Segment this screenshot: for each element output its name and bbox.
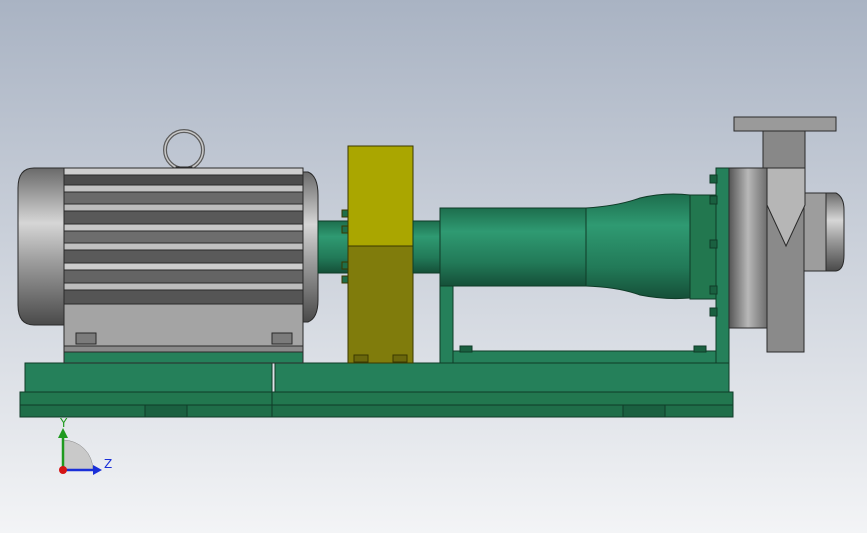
discharge-flange[interactable]	[733, 116, 837, 132]
motor-cooling-fins	[63, 167, 304, 305]
bearing-housing[interactable]	[439, 207, 587, 287]
x-axis-origin	[59, 466, 67, 474]
z-axis-label: Z	[104, 457, 112, 471]
motor-end-cap[interactable]	[17, 167, 65, 326]
model-view[interactable]: Y Z	[0, 0, 867, 533]
coupling-guard[interactable]	[341, 145, 414, 364]
volute-body[interactable]	[728, 167, 768, 329]
guard-bolt	[341, 275, 349, 284]
baseplate-foot-right[interactable]	[622, 404, 666, 418]
coupling-guard-lower[interactable]	[347, 245, 414, 364]
support-bolt	[693, 345, 707, 353]
y-axis-label: Y	[59, 416, 68, 430]
motor-drive-end-cap[interactable]	[302, 171, 319, 323]
graphics-viewport[interactable]: Y Z	[0, 0, 867, 533]
suction-nozzle[interactable]	[803, 192, 827, 272]
discharge-neck[interactable]	[762, 130, 806, 169]
motor-bolt-right[interactable]	[271, 332, 293, 345]
support-rail[interactable]	[452, 350, 717, 364]
guard-foot-bolt	[353, 354, 369, 363]
pump-casing-taper[interactable]	[585, 193, 691, 300]
baseplate-top-rail[interactable]	[19, 391, 734, 406]
coupling-guard-upper[interactable]	[347, 145, 414, 247]
support-bolt	[459, 345, 473, 353]
pump-shaft[interactable]	[412, 220, 444, 274]
suction-flange[interactable]	[825, 192, 845, 272]
baseplate[interactable]	[19, 362, 734, 418]
motor-foot-block[interactable]	[63, 303, 304, 347]
baseplate-foot-left[interactable]	[144, 404, 188, 418]
guard-bolt	[341, 261, 349, 270]
guard-bolt	[341, 225, 349, 234]
motor-bolt-left[interactable]	[75, 332, 97, 345]
motor-foot-plate	[63, 345, 304, 353]
guard-bolt	[341, 209, 349, 218]
support-leg-right[interactable]	[715, 167, 730, 364]
guard-foot-bolt	[392, 354, 408, 363]
motor-pedestal[interactable]	[63, 351, 304, 364]
